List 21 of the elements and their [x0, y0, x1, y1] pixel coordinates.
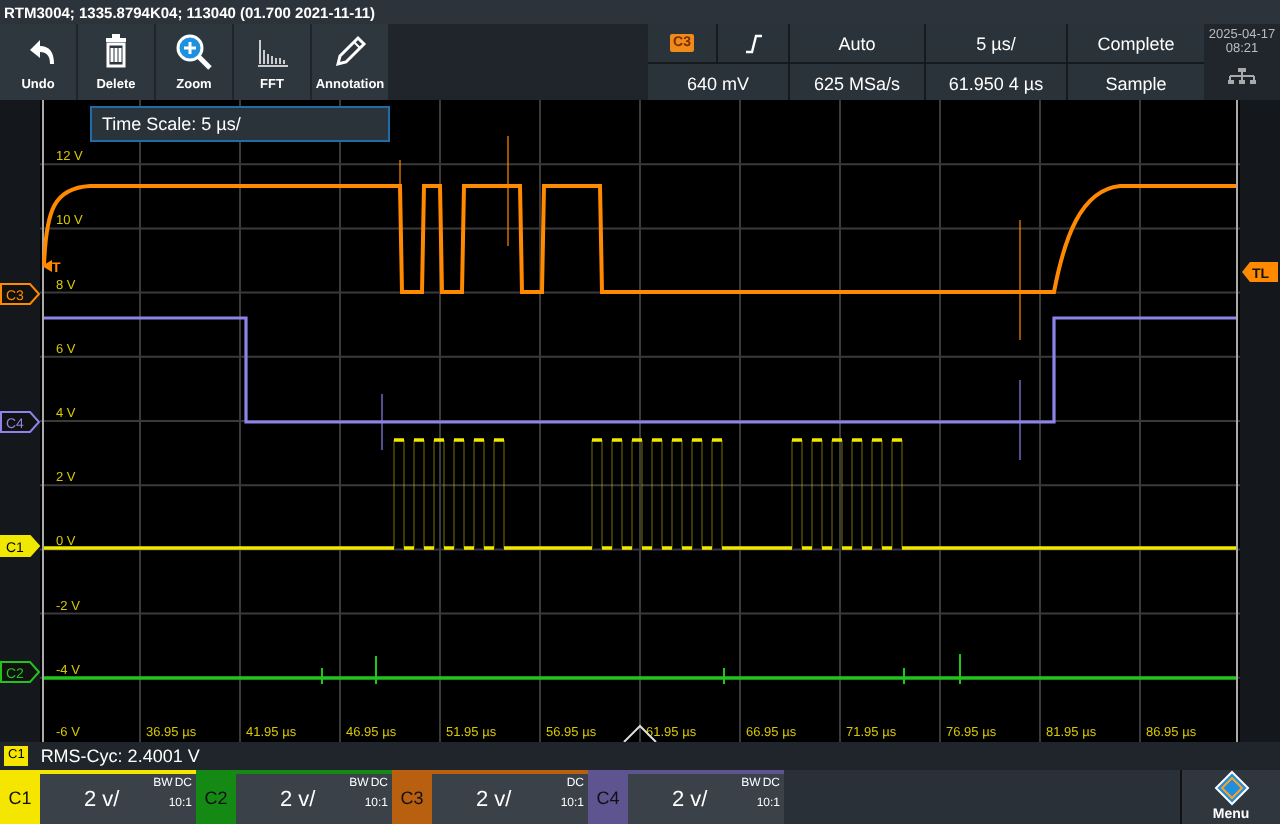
acquisition-state[interactable]: Complete: [1068, 24, 1204, 62]
measurement-readout: RMS-Cyc: 2.4001 V: [40, 746, 200, 766]
vertical-scale: 2 v/: [672, 787, 708, 811]
vertical-scale: 2 v/: [84, 787, 120, 811]
trigger-level[interactable]: 640 mV: [648, 64, 788, 102]
info-box: Time Scale: 5 µs/: [90, 106, 390, 142]
rising-edge-icon: [743, 33, 763, 53]
zoom-icon: [174, 32, 214, 70]
network-icon: [1228, 68, 1256, 84]
vertical-scale: 2 v/: [476, 787, 512, 811]
trigger-mode[interactable]: Auto: [790, 24, 924, 62]
channel-label[interactable]: C3: [392, 770, 432, 824]
channel-label[interactable]: C2: [196, 770, 236, 824]
acquisition-mode[interactable]: Sample: [1068, 64, 1204, 102]
time-position[interactable]: 61.950 4 µs: [926, 64, 1066, 102]
diamond-logo-icon: [1213, 770, 1249, 806]
pencil-icon: [330, 32, 370, 70]
sample-rate[interactable]: 625 MSa/s: [790, 64, 924, 102]
time-scale[interactable]: 5 µs/: [926, 24, 1066, 62]
channel-label[interactable]: C1: [0, 770, 40, 824]
vertical-scale: 2 v/: [280, 787, 316, 811]
